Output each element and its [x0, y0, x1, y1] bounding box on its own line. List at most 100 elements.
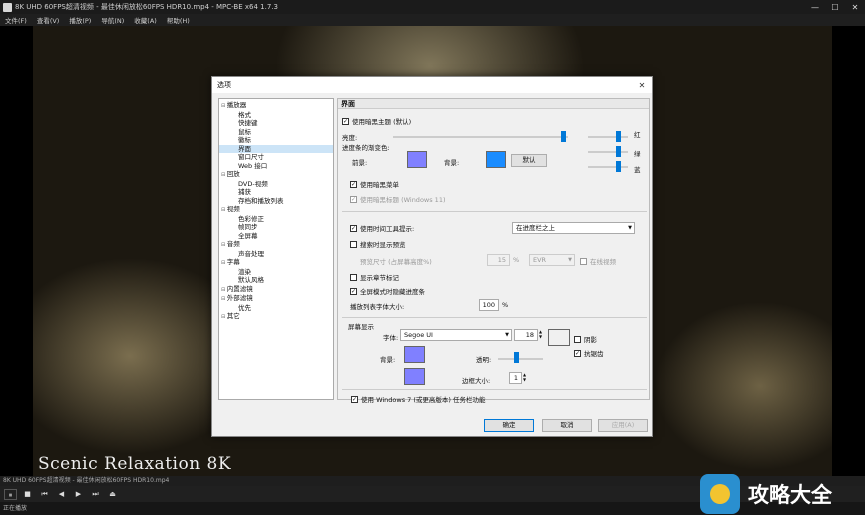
blue-slider-track[interactable]	[588, 166, 628, 168]
tree-item[interactable]: DVD-视频	[219, 180, 333, 189]
close-window-button[interactable]: ✕	[845, 3, 865, 12]
tree-item[interactable]: 渲染	[219, 268, 333, 277]
menu-play[interactable]: 播放(P)	[64, 15, 96, 25]
font-color-swatch[interactable]	[548, 329, 570, 346]
apply-button[interactable]: 应用(A)	[598, 419, 648, 432]
checkbox-icon[interactable]: ✓	[574, 349, 581, 357]
font-select[interactable]: Segoe UI ▼	[400, 329, 512, 341]
tree-item[interactable]: 捕获	[219, 188, 333, 197]
green-slider-thumb[interactable]	[616, 146, 621, 157]
stop-icon[interactable]: ■	[21, 489, 34, 500]
tree-item[interactable]: 窗口尺寸	[219, 153, 333, 162]
win7-taskbar-checkbox[interactable]: ✓ 使用 Windows 7 (或更高版本) 任务栏功能	[351, 394, 486, 404]
step-back-icon[interactable]: ◀	[55, 489, 68, 500]
dark-menu-checkbox[interactable]: ✓ 使用暗黑菜单	[350, 179, 399, 189]
font-label: 字体:	[383, 334, 399, 342]
step-forward-icon[interactable]: ▶	[72, 489, 85, 500]
osd-background-swatch[interactable]	[404, 346, 425, 363]
next-icon[interactable]: ⏭	[89, 489, 102, 500]
tree-group-item[interactable]: 其它	[219, 312, 333, 322]
tree-item[interactable]: 帧同步	[219, 223, 333, 232]
online-video-checkbox[interactable]: 在线视频	[580, 256, 616, 266]
tree-item[interactable]: 全屏幕	[219, 232, 333, 241]
thumbnail-preview-checkbox[interactable]: 搜索时显示预览	[350, 239, 406, 249]
time-tooltip-checkbox[interactable]: ✓ 使用时间工具提示:	[350, 223, 414, 233]
checkbox-icon[interactable]: ✓	[342, 117, 349, 125]
dialog-title: 选项	[217, 81, 231, 89]
green-slider-track[interactable]	[588, 151, 628, 153]
dark-titlebar-checkbox[interactable]: ✓ 使用暗黑标题 (Windows 11)	[350, 194, 446, 204]
blue-slider-thumb[interactable]	[616, 161, 621, 172]
tree-group-item[interactable]: 播放器	[219, 101, 333, 111]
shadow-checkbox[interactable]: 阴影	[574, 334, 597, 344]
checkbox-icon[interactable]: ✓	[350, 224, 357, 232]
letterbox-right	[832, 26, 865, 476]
tree-item[interactable]: 格式	[219, 111, 333, 120]
brightness-slider-track[interactable]	[393, 136, 568, 138]
tree-item[interactable]: 存档和播放列表	[219, 197, 333, 206]
playlist-font-input[interactable]: 100	[479, 299, 499, 311]
border-size-spinner-icon[interactable]: ▲ ▼	[523, 372, 526, 382]
red-slider-track[interactable]	[588, 136, 628, 138]
dark-theme-checkbox[interactable]: ✓ 使用暗黑主题 (默认)	[342, 116, 411, 126]
tree-item[interactable]: 界面	[219, 144, 333, 153]
cancel-button[interactable]: 取消	[542, 419, 592, 432]
thumbnail-renderer-select[interactable]: EVR ▼	[529, 254, 575, 266]
tree-item[interactable]: 色彩修正	[219, 215, 333, 224]
eject-icon[interactable]: ⏏	[106, 489, 119, 500]
tree-item[interactable]: 鼠标	[219, 128, 333, 137]
chapter-marks-checkbox[interactable]: 显示章节标记	[350, 272, 399, 282]
tree-item[interactable]: 徽标	[219, 136, 333, 145]
front-color-swatch[interactable]	[407, 151, 427, 168]
osd-border-swatch[interactable]	[404, 368, 425, 385]
default-color-button[interactable]: 默认	[511, 154, 547, 167]
tree-item[interactable]: 默认风格	[219, 276, 333, 285]
back-color-swatch[interactable]	[486, 151, 506, 168]
panel-header: 界面	[338, 99, 649, 109]
separator	[342, 317, 647, 318]
checkbox-icon[interactable]	[350, 273, 357, 281]
tree-group-item[interactable]: 外部滤镜	[219, 294, 333, 304]
menu-help[interactable]: 帮助(H)	[162, 15, 195, 25]
border-size-input[interactable]: 1	[509, 372, 522, 384]
checkbox-icon[interactable]	[574, 335, 581, 343]
tree-group-item[interactable]: 字幕	[219, 258, 333, 268]
checkbox-icon[interactable]: ✓	[350, 195, 357, 203]
red-slider-thumb[interactable]	[616, 131, 621, 142]
tree-group-item[interactable]: 音频	[219, 240, 333, 250]
antialias-checkbox[interactable]: ✓ 抗锯齿	[574, 348, 604, 358]
previous-icon[interactable]: ⏮	[38, 489, 51, 500]
thumbnail-size-input[interactable]: 15	[487, 254, 510, 266]
tree-item[interactable]: 快捷键	[219, 119, 333, 128]
tree-item[interactable]: 优先	[219, 304, 333, 313]
window-title: 8K UHD 60FPS超清视频 - 最佳休闲放松60FPS HDR10.mp4…	[15, 3, 278, 11]
font-size-input[interactable]: 18	[514, 329, 538, 341]
checkbox-icon[interactable]: ✓	[350, 180, 357, 188]
menu-navigate[interactable]: 导航(N)	[96, 15, 129, 25]
chevron-down-icon: ▼	[628, 225, 632, 231]
ok-button[interactable]: 确定	[484, 419, 534, 432]
menu-view[interactable]: 查看(V)	[32, 15, 65, 25]
font-size-spinner-icon[interactable]: ▲ ▼	[539, 329, 542, 339]
dialog-close-icon[interactable]: ✕	[632, 81, 652, 90]
transparency-slider-thumb[interactable]	[514, 352, 519, 363]
fullscreen-hide-checkbox[interactable]: ✓ 全屏模式时隐藏进度条	[350, 286, 425, 296]
time-position-select[interactable]: 在进度栏之上 ▼	[512, 222, 635, 234]
tree-item[interactable]: Web 接口	[219, 162, 333, 171]
menu-file[interactable]: 文件(F)	[0, 15, 32, 25]
menu-favorites[interactable]: 收藏(A)	[129, 15, 162, 25]
transparency-slider-track[interactable]	[498, 358, 543, 360]
tree-group-item[interactable]: 回放	[219, 170, 333, 180]
tree-group-item[interactable]: 视频	[219, 205, 333, 215]
brightness-slider-thumb[interactable]	[560, 131, 566, 142]
minimize-button[interactable]: —	[805, 3, 825, 12]
checkbox-icon[interactable]	[350, 240, 357, 248]
maximize-button[interactable]: ☐	[825, 3, 845, 12]
pause-icon[interactable]: ⏸	[4, 488, 17, 500]
checkbox-icon[interactable]	[580, 257, 587, 265]
title-bar: 8K UHD 60FPS超清视频 - 最佳休闲放松60FPS HDR10.mp4…	[0, 0, 865, 14]
tree-group-item[interactable]: 内置滤镜	[219, 285, 333, 295]
checkbox-icon[interactable]: ✓	[351, 395, 358, 403]
checkbox-icon[interactable]: ✓	[350, 287, 357, 295]
tree-item[interactable]: 声音处理	[219, 250, 333, 259]
